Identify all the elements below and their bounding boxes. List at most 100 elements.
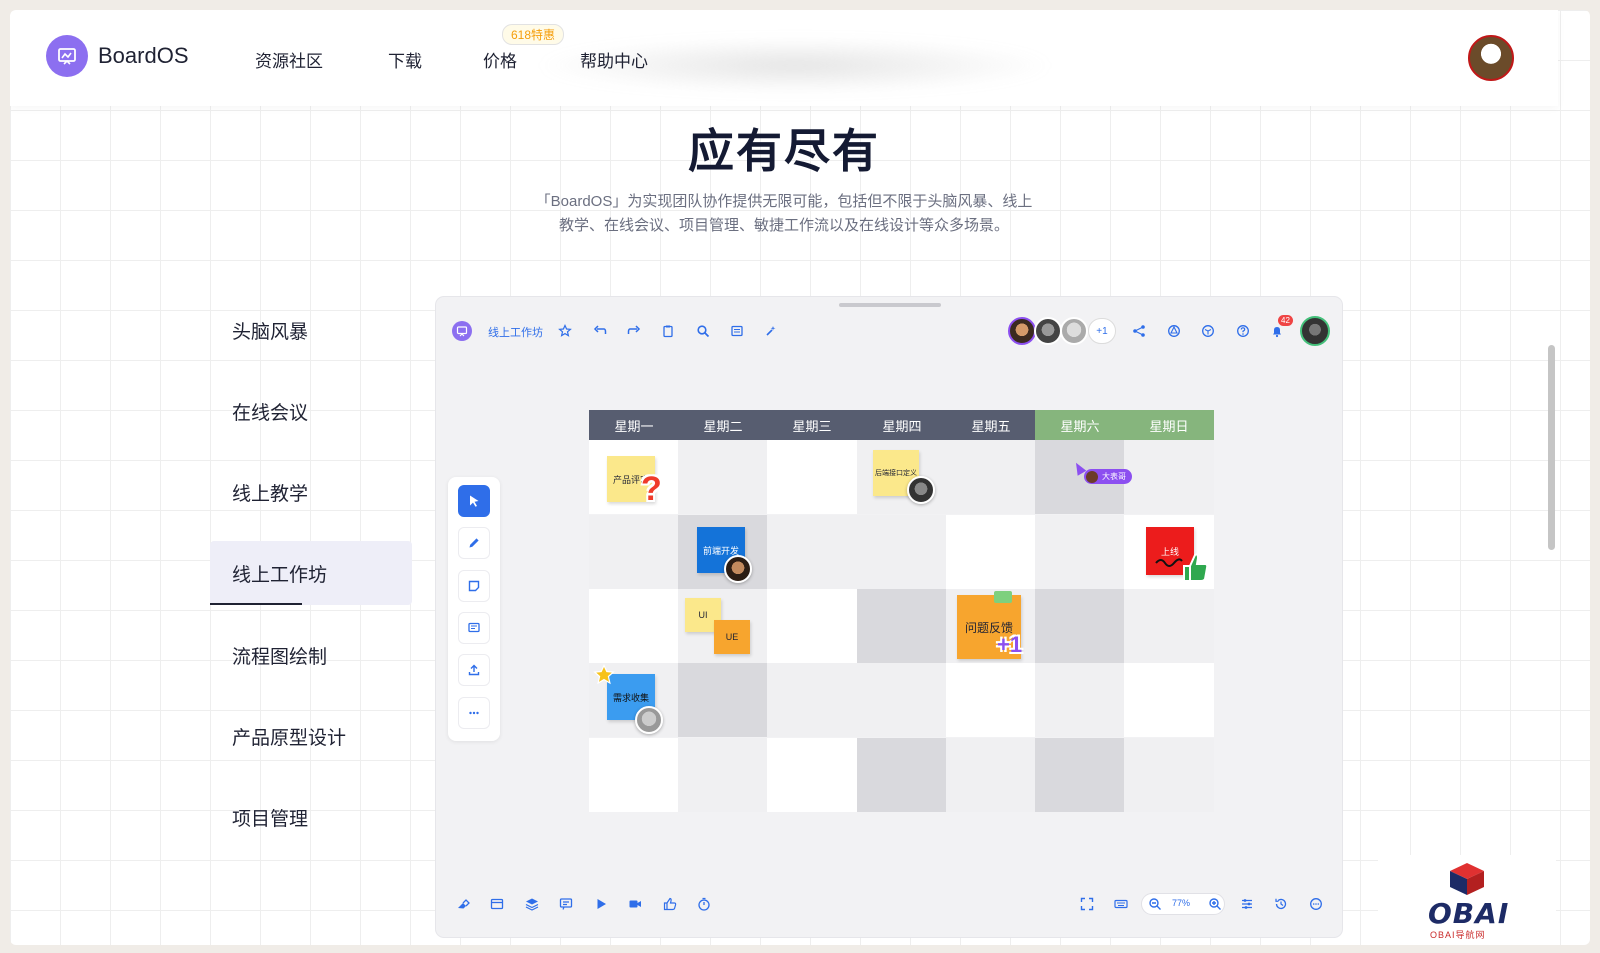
sticky-text: UI	[698, 610, 708, 620]
page-scrollbar[interactable]	[1548, 345, 1555, 550]
calendar-cell[interactable]	[767, 738, 857, 812]
collaborator-avatar[interactable]	[1060, 317, 1088, 345]
calendar-cell[interactable]	[1035, 738, 1125, 812]
scenario-label: 在线会议	[232, 402, 309, 424]
collaborators-extra-count[interactable]: +1	[1088, 318, 1116, 344]
redo-icon[interactable]	[625, 322, 643, 340]
question-mark-icon: ?	[641, 470, 662, 508]
thumbs-up-icon	[1180, 550, 1210, 584]
calendar-cell[interactable]	[946, 440, 1036, 514]
play-icon[interactable]	[591, 894, 611, 914]
comment-badge-icon	[994, 591, 1012, 603]
window-icon[interactable]	[487, 894, 507, 914]
calendar-cell[interactable]	[589, 515, 679, 589]
board-title[interactable]: 线上工作坊	[488, 324, 543, 340]
scenario-prototype-design[interactable]: 产品原型设计	[210, 704, 412, 768]
calendar-cell[interactable]	[1124, 589, 1214, 663]
scenario-online-teaching[interactable]: 线上教学	[210, 460, 412, 524]
more-tools-icon[interactable]	[458, 697, 490, 729]
day-header-wed: 星期三	[767, 410, 857, 440]
select-tool[interactable]	[458, 485, 490, 517]
calendar-cell[interactable]	[767, 515, 857, 589]
keyboard-icon[interactable]	[1111, 894, 1131, 914]
current-user-avatar[interactable]	[1300, 316, 1330, 346]
calendar-cell[interactable]	[1035, 663, 1125, 737]
nav-resource-community[interactable]: 资源社区	[255, 47, 323, 72]
video-icon[interactable]	[625, 894, 645, 914]
zoom-in-icon[interactable]	[1205, 894, 1225, 914]
calendar-cell[interactable]	[767, 663, 857, 737]
scenario-brainstorm[interactable]: 头脑风暴	[210, 298, 412, 362]
calendar-cell[interactable]	[589, 589, 679, 663]
scenario-flowchart[interactable]: 流程图绘制	[210, 623, 412, 687]
chat-icon[interactable]	[556, 894, 576, 914]
watermark-text: OBAI	[1428, 897, 1510, 930]
drag-handle[interactable]	[839, 303, 941, 307]
sticky-note[interactable]: UE	[714, 620, 750, 654]
pen-tool[interactable]	[458, 527, 490, 559]
upload-tool[interactable]	[458, 654, 490, 686]
undo-icon[interactable]	[591, 322, 609, 340]
eraser-icon[interactable]	[453, 894, 473, 914]
calendar-cell[interactable]	[767, 440, 857, 514]
calendar-cell[interactable]	[1035, 589, 1125, 663]
layers-icon[interactable]	[522, 894, 542, 914]
comment-tool[interactable]	[458, 612, 490, 644]
search-icon[interactable]	[694, 322, 712, 340]
nav-pricing[interactable]: 价格	[483, 47, 517, 72]
star-icon[interactable]	[556, 322, 574, 340]
calendar-cell[interactable]	[589, 738, 679, 812]
magic-icon[interactable]	[762, 322, 780, 340]
fullscreen-icon[interactable]	[1077, 894, 1097, 914]
collaborator-avatar[interactable]	[1034, 317, 1062, 345]
cube-icon[interactable]	[1199, 322, 1217, 340]
calendar-cell[interactable]	[678, 440, 768, 514]
calendar-cell[interactable]	[857, 738, 947, 812]
app-logo-icon[interactable]	[452, 321, 472, 341]
like-icon[interactable]	[660, 894, 680, 914]
timer-icon[interactable]	[694, 894, 714, 914]
calendar-cell[interactable]	[767, 589, 857, 663]
calendar-cell[interactable]	[1124, 440, 1214, 514]
watermark-subtext: OBAI导航网	[1430, 930, 1486, 940]
promo-badge: 618特惠	[502, 24, 565, 45]
calendar-cell[interactable]	[678, 738, 768, 812]
collaborator-avatar[interactable]	[1008, 317, 1036, 345]
help-icon[interactable]	[1234, 322, 1252, 340]
share-icon[interactable]	[1130, 322, 1148, 340]
zoom-out-icon[interactable]	[1145, 894, 1165, 914]
calendar-cell[interactable]	[946, 663, 1036, 737]
settings-sliders-icon[interactable]	[1237, 894, 1257, 914]
calendar-cell[interactable]	[857, 589, 947, 663]
calendar-cell[interactable]	[1124, 738, 1214, 812]
palette-icon[interactable]	[1165, 322, 1183, 340]
message-icon[interactable]	[1306, 894, 1326, 914]
calendar-cell[interactable]	[946, 515, 1036, 589]
brand-logo[interactable]: BoardOS	[46, 35, 189, 77]
calendar-cell[interactable]	[1035, 515, 1125, 589]
scenario-label: 头脑风暴	[232, 321, 309, 343]
calendar-cell[interactable]	[857, 515, 947, 589]
scenario-label: 线上教学	[232, 483, 309, 505]
user-avatar[interactable]	[1468, 35, 1514, 81]
collaborator-avatar	[907, 476, 935, 504]
history-icon[interactable]	[1271, 894, 1291, 914]
calendar-cell[interactable]	[857, 663, 947, 737]
nav-help-center[interactable]: 帮助中心	[580, 47, 648, 72]
frame-icon[interactable]	[728, 322, 746, 340]
scenario-project-management[interactable]: 项目管理	[210, 785, 412, 849]
clipboard-icon[interactable]	[659, 322, 677, 340]
page-title: 应有尽有	[688, 125, 880, 177]
remote-cursor-label: 大表哥	[1084, 469, 1132, 484]
calendar-cell[interactable]	[678, 663, 768, 737]
plus-one-icon: +1	[997, 632, 1023, 657]
calendar-cell[interactable]	[946, 738, 1036, 812]
calendar-cell[interactable]	[1124, 663, 1214, 737]
scenario-online-workshop[interactable]: 线上工作坊	[210, 541, 412, 605]
nav-download[interactable]: 下载	[388, 47, 422, 72]
cursor-user-name: 大表哥	[1102, 472, 1126, 481]
sticky-note-tool[interactable]	[458, 570, 490, 602]
zoom-level[interactable]: 77%	[1172, 898, 1190, 908]
scenario-online-meeting[interactable]: 在线会议	[210, 379, 412, 443]
page-description: 「BoardOS」为实现团队协作提供无限可能，包括但不限于头脑风暴、线上 教学、…	[10, 190, 1558, 238]
